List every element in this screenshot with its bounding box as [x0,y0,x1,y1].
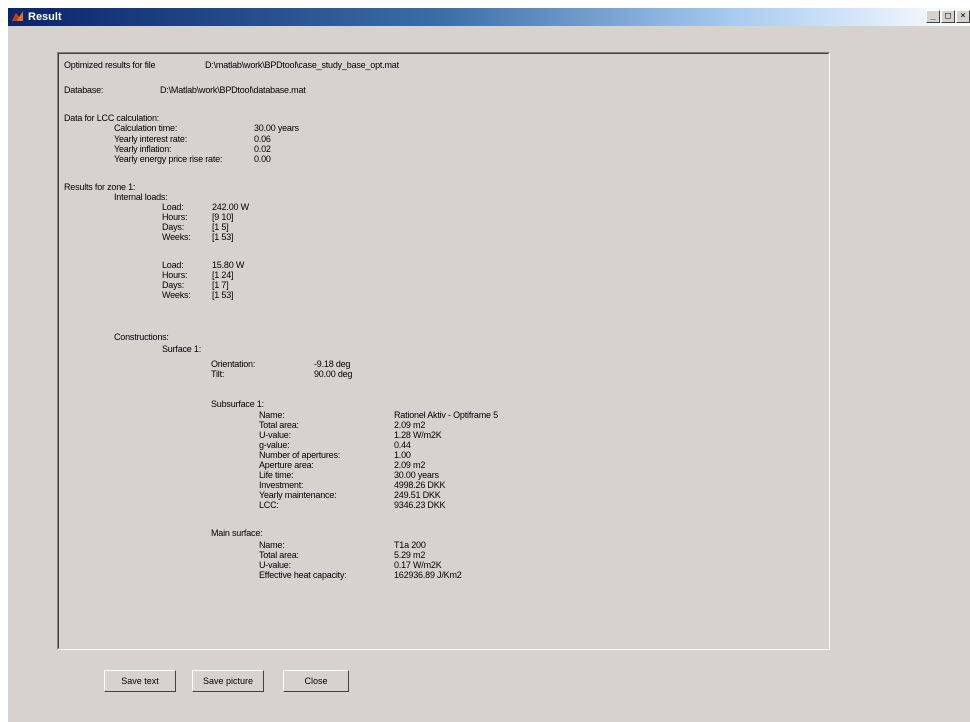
report-label: Surface 1: [162,344,202,354]
report-label: LCC: [259,500,279,510]
matlab-icon [12,11,23,21]
report-label: Calculation time: [114,123,178,133]
maximize-icon[interactable]: □ [941,10,955,23]
save-picture-button[interactable]: Save picture [192,670,264,692]
window-title: Result [28,11,62,23]
report-label: Database: [64,85,104,95]
report-value: D:\matlab\work\BPDtool\case_study_base_o… [205,60,399,70]
report-label: Constructions: [114,332,169,342]
report-value: 0.00 [254,154,271,164]
report-label: Yearly energy price rise rate: [114,154,223,164]
report-label: Internal loads: [114,192,168,202]
report-value: [1 53] [212,232,234,242]
report-label: Optimized results for file [64,60,156,70]
close-button[interactable]: Close [283,670,349,692]
minimize-icon[interactable]: _ [926,10,940,23]
report-value: D:\Matlab\work\BPDtool\database.mat [160,85,306,95]
report-label: Weeks: [162,290,191,300]
report-value: 90.00 deg [314,369,353,379]
result-window: Result _ □ × Optimized results for file D… [8,8,970,722]
title-bar[interactable]: Result _ □ × [8,8,970,26]
results-text-area[interactable]: Optimized results for file D:\matlab\work… [57,52,830,650]
report-value: 162936.89 J/Km2 [394,570,462,580]
report-value: 9346.23 DKK [394,500,446,510]
save-text-button[interactable]: Save text [104,670,176,692]
report-value: 30.00 years [254,123,299,133]
report-label: Main surface: [211,528,263,538]
report-value: [1 53] [212,290,234,300]
report-label: Subsurface 1: [211,399,264,409]
window-controls: _ □ × [926,10,970,24]
report-label: Weeks: [162,232,191,242]
report-label: Tilt: [211,369,225,379]
report-label: Effective heat capacity: [259,570,347,580]
results-text: Optimized results for file D:\matlab\work… [58,53,829,649]
close-icon[interactable]: × [956,10,970,23]
